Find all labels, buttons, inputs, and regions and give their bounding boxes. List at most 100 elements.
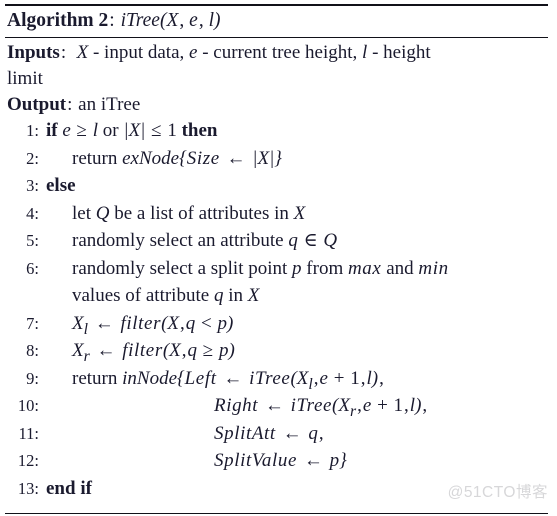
title-separator: : bbox=[109, 10, 115, 31]
inputs-var-l: l bbox=[362, 42, 368, 63]
comma-8: , bbox=[181, 340, 187, 361]
step-12-body: SplitValue ← p} bbox=[46, 451, 548, 470]
word-let: let bbox=[72, 202, 91, 224]
line-number-8: 8: bbox=[26, 341, 39, 360]
line-number-6: 6: bbox=[26, 258, 39, 278]
arg-x-9: X bbox=[296, 367, 309, 389]
value-q-11: q bbox=[308, 422, 318, 444]
line-number-1: 1: bbox=[26, 121, 39, 140]
kw-then: then bbox=[181, 120, 218, 141]
op-plus-10: + bbox=[377, 395, 388, 416]
signature-comma-1: , bbox=[179, 10, 189, 31]
var-q-set-ref: Q bbox=[323, 230, 338, 251]
step-4-body: let Q be a list of attributes in X bbox=[46, 204, 548, 223]
line-number-3: 3: bbox=[26, 176, 39, 195]
step-10: 10: Right ← iTree(Xr,e + 1,l), bbox=[5, 396, 548, 424]
line-number-11: 11: bbox=[18, 423, 39, 443]
op-lt: < bbox=[201, 312, 212, 334]
step-1-body: if e ≥ l or |X| ≤ 1 then bbox=[46, 121, 548, 140]
line-number-13: 13: bbox=[17, 478, 39, 498]
comma-10-1: , bbox=[357, 395, 362, 416]
inputs-row: Inputs: X - input data, e - current tree… bbox=[7, 40, 548, 66]
kw-else: else bbox=[46, 175, 76, 196]
arg-x-7: X bbox=[167, 312, 179, 334]
signature-close-paren: ) bbox=[214, 10, 221, 31]
arg-e-9: e bbox=[319, 367, 328, 389]
assign-arrow-12: ← bbox=[303, 450, 323, 471]
field-right: Right bbox=[214, 395, 259, 416]
assign-arrow-10: ← bbox=[264, 395, 284, 416]
lhs-x-8: X bbox=[72, 340, 84, 361]
brace-close: } bbox=[274, 147, 282, 169]
paren-close-7: ) bbox=[226, 312, 234, 334]
var-e: e bbox=[62, 120, 71, 141]
line-number-2: 2: bbox=[26, 148, 39, 168]
inputs-var-e: e bbox=[189, 42, 198, 63]
step-4: 4: let Q be a list of attributes in X bbox=[5, 204, 548, 232]
comma-7: , bbox=[180, 312, 185, 334]
brace-close-12: } bbox=[339, 450, 347, 471]
line-number-12: 12: bbox=[17, 451, 39, 470]
step-8: 8: Xr ← filter(X,q ≥ p) bbox=[5, 341, 548, 369]
line-number-10: 10: bbox=[17, 396, 39, 415]
line-number-7: 7: bbox=[26, 313, 39, 333]
op-ge: ≥ bbox=[76, 120, 87, 141]
field-left: Left bbox=[184, 367, 217, 389]
cont-var-q: q bbox=[213, 285, 224, 306]
cont-text-2: in bbox=[228, 285, 243, 306]
watermark: @51CTO博客 bbox=[447, 484, 548, 501]
assign-arrow: ← bbox=[226, 147, 246, 169]
num-one: 1 bbox=[167, 120, 177, 141]
line-number-5: 5: bbox=[26, 231, 39, 250]
op-le: ≤ bbox=[151, 120, 162, 141]
num-one-9: 1 bbox=[350, 367, 360, 389]
line-number-9: 9: bbox=[26, 368, 39, 388]
step-1: 1: if e ≥ l or |X| ≤ 1 then bbox=[5, 121, 548, 149]
step-6-text: randomly select a split point bbox=[72, 257, 288, 279]
var-x: X bbox=[293, 202, 306, 224]
fn-exnode: exNode bbox=[122, 147, 180, 169]
output-label: Output bbox=[7, 94, 67, 115]
step-7: 7: Xl ← filter(X,q < p) bbox=[5, 314, 548, 342]
field-splitatt: SplitAtt bbox=[214, 422, 276, 444]
op-element-of: ∈ bbox=[303, 230, 318, 251]
fn-max: max bbox=[347, 257, 382, 279]
step-5-text: randomly select an attribute bbox=[72, 230, 284, 251]
comma-11: , bbox=[318, 422, 324, 444]
inputs-continuation: limit bbox=[7, 68, 43, 89]
assign-arrow-11: ← bbox=[282, 422, 302, 444]
var-q: q bbox=[288, 230, 298, 251]
cont-text-1: values of attribute bbox=[72, 285, 210, 306]
fn-filter: filter bbox=[120, 312, 162, 334]
step-2: 2: return exNode{Size ← |X|} bbox=[5, 149, 548, 177]
fn-min: min bbox=[418, 257, 449, 279]
brace-open-9: { bbox=[177, 367, 185, 389]
op-ge-8: ≥ bbox=[202, 340, 214, 361]
comma-9-1: , bbox=[313, 367, 319, 389]
output-row: Output: an iTree bbox=[7, 92, 548, 118]
line-number-4: 4: bbox=[26, 203, 39, 223]
output-text: an iTree bbox=[78, 94, 141, 115]
subscript-r: r bbox=[83, 347, 90, 365]
fn-innode: inNode bbox=[122, 367, 178, 389]
step-3: 3: else bbox=[5, 176, 548, 204]
arg-x-10: X bbox=[338, 395, 350, 416]
step-6: 6: randomly select a split point p from … bbox=[5, 259, 548, 287]
word-or: or bbox=[102, 120, 119, 141]
step-2-body: return exNode{Size ← |X|} bbox=[46, 149, 548, 168]
comma-10-3: , bbox=[422, 395, 428, 416]
step-5: 5: randomly select an attribute q ∈ Q bbox=[5, 231, 548, 259]
io-block: Inputs: X - input data, e - current tree… bbox=[5, 38, 548, 118]
comma-9-3: , bbox=[379, 367, 384, 389]
inputs-colon: : bbox=[60, 42, 67, 63]
signature-comma-2: , bbox=[198, 10, 208, 31]
arg-q-7: q bbox=[185, 312, 196, 334]
arg-x-8: X bbox=[169, 340, 181, 361]
step-4-text: be a list of attributes in bbox=[114, 202, 289, 224]
algorithm-signature-name: iTree bbox=[120, 10, 160, 31]
step-6-continuation-body: values of attribute q in X bbox=[46, 286, 548, 305]
lhs-x: X bbox=[72, 312, 84, 334]
step-10-body: Right ← iTree(Xr,e + 1,l), bbox=[46, 396, 548, 421]
step-8-body: Xr ← filter(X,q ≥ p) bbox=[46, 341, 548, 366]
call-itree-10: iTree bbox=[290, 395, 333, 416]
